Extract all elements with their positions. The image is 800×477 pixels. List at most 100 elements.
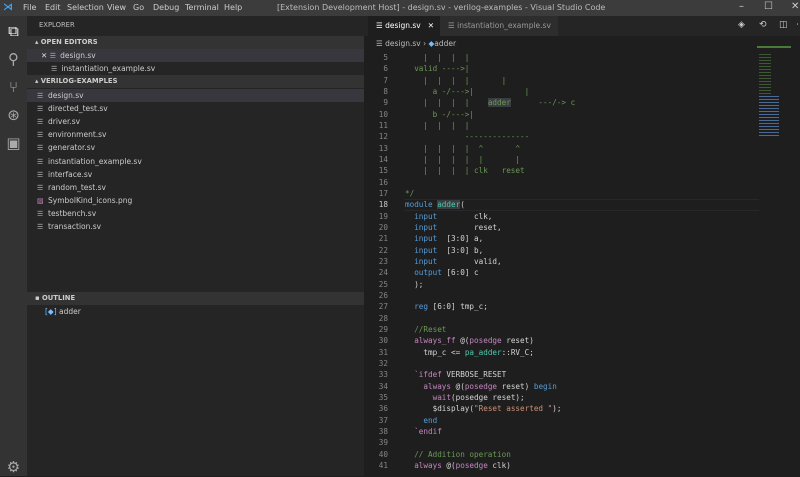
tab-design-sv[interactable]: ☰ design.sv ✕ — [368, 16, 440, 36]
code-line[interactable]: valid ---->| — [405, 63, 469, 74]
code-line[interactable]: | | | | | | — [405, 154, 520, 165]
code-token: input — [405, 234, 438, 244]
code-line[interactable]: input valid, — [405, 256, 501, 267]
breadcrumb-file[interactable]: design.sv — [385, 39, 421, 48]
code-line[interactable]: always @(posedge clk) — [405, 460, 511, 471]
code-line[interactable]: //Reset — [405, 324, 446, 335]
breadcrumb-symbol[interactable]: adder — [434, 39, 456, 48]
vscode-logo-icon: ⋊ — [3, 2, 13, 13]
outline-item[interactable]: [◆] adder — [27, 305, 364, 318]
search-icon[interactable]: ⚲ — [4, 50, 23, 69]
code-line[interactable]: a -/--->| | — [405, 86, 530, 97]
code-line[interactable]: input [3:0] a, — [405, 233, 483, 244]
code-token: always_ff — [405, 336, 456, 346]
line-number: 32 — [378, 358, 388, 368]
menu-edit[interactable]: Edit — [45, 3, 61, 12]
code-token: @( — [441, 460, 456, 470]
line-number: 26 — [378, 290, 388, 300]
tab-instantiation-example[interactable]: ☰ instantiation_example.sv — [440, 16, 558, 36]
code-line[interactable]: | | | | — [405, 120, 469, 131]
code-token: */ — [405, 188, 415, 198]
minimize-icon[interactable]: – — [739, 1, 744, 12]
file-item[interactable]: ☰ directed_test.sv — [27, 102, 364, 115]
open-editor-item[interactable]: ✕ ☰ design.sv — [27, 49, 364, 62]
file-item[interactable]: ☰ design.sv — [27, 89, 364, 102]
code-line[interactable]: | | | | clk reset — [405, 165, 524, 176]
code-line[interactable]: ); — [405, 279, 423, 290]
line-number: 20 — [378, 222, 388, 232]
code-line[interactable]: */ — [405, 188, 414, 199]
compare-changes-icon[interactable]: ⟲ — [759, 20, 767, 30]
settings-icon[interactable]: ⚙ — [4, 458, 23, 477]
menu-file[interactable]: File — [23, 3, 36, 12]
file-item[interactable]: ▨ SymbolKind_icons.png — [27, 194, 364, 207]
split-editor-icon[interactable]: ◫ — [779, 20, 788, 30]
menu-view[interactable]: View — [107, 3, 126, 12]
file-item[interactable]: ☰ transaction.sv — [27, 220, 364, 233]
code-token: module — [405, 200, 438, 210]
code-line[interactable]: | | | | — [405, 52, 469, 63]
debug-icon[interactable]: ⊛ — [4, 106, 23, 125]
line-number: 30 — [378, 336, 388, 346]
close-icon[interactable]: ✕ — [41, 51, 47, 60]
code-line[interactable]: `endif — [405, 426, 442, 437]
menu-debug[interactable]: Debug — [153, 3, 179, 12]
code-line[interactable]: end — [405, 415, 437, 426]
code-token: pa_adder — [464, 347, 502, 357]
file-item[interactable]: ☰ interface.sv — [27, 168, 364, 181]
explorer-icon[interactable]: ⧉ — [4, 22, 23, 41]
file-icon: ☰ — [37, 183, 44, 192]
code-line[interactable]: output [6:0] c — [405, 267, 479, 278]
file-item[interactable]: ☰ driver.sv — [27, 115, 364, 128]
code-token: | | | | | | — [405, 154, 521, 164]
code-line[interactable]: | | | | | — [405, 75, 506, 86]
close-window-icon[interactable]: ✕ — [791, 1, 799, 12]
code-line[interactable]: b -/--->| — [405, 109, 474, 120]
code-line[interactable]: wait(posedge reset); — [405, 392, 525, 403]
code-line[interactable]: $display("Reset asserted "); — [405, 403, 562, 414]
code-line[interactable]: // Addition operation — [405, 449, 511, 460]
code-line[interactable]: always @(posedge reset) begin — [405, 381, 556, 392]
file-item[interactable]: ☰ environment.sv — [27, 128, 364, 141]
code-line[interactable]: | | | | adder ---/-> c — [405, 97, 575, 108]
breadcrumb: ☰ design.sv › ◆adder — [376, 36, 456, 51]
file-item[interactable]: ☰ random_test.sv — [27, 181, 364, 194]
file-item[interactable]: ☰ instantiation_example.sv — [27, 155, 364, 168]
menu-help[interactable]: Help — [224, 3, 242, 12]
vertical-scrollbar[interactable] — [792, 52, 800, 476]
menu-selection[interactable]: Selection — [67, 3, 104, 12]
line-number: 18 — [378, 200, 388, 210]
source-control-icon[interactable]: ⑂ — [4, 78, 23, 97]
minimap[interactable] — [757, 46, 791, 186]
menu-terminal[interactable]: Terminal — [185, 3, 219, 12]
menu-go[interactable]: Go — [133, 3, 144, 12]
code-token: //Reset — [405, 324, 447, 334]
code-line[interactable]: input reset, — [405, 222, 502, 233]
extensions-icon[interactable]: ▣ — [4, 134, 23, 153]
code-line[interactable]: input [3:0] b, — [405, 245, 483, 256]
open-editor-item[interactable]: ☰ instantiation_example.sv — [27, 62, 364, 75]
folder-header[interactable]: ▴ VERILOG-EXAMPLES — [27, 75, 364, 88]
code-token: [6:0] c — [441, 268, 479, 278]
code-line[interactable]: module adder( — [405, 199, 465, 210]
code-line[interactable]: -------------- — [405, 131, 529, 142]
more-actions-icon[interactable]: ⋯ — [796, 20, 800, 30]
maximize-icon[interactable]: ☐ — [764, 1, 773, 12]
line-number: 37 — [378, 415, 388, 425]
file-item[interactable]: ☰ generator.sv — [27, 141, 364, 154]
code-line[interactable]: always_ff @(posedge reset) — [405, 335, 534, 346]
outline-item-label: adder — [59, 307, 81, 316]
code-line[interactable]: tmp_c <= pa_adder::RV_C; — [405, 347, 533, 358]
code-line[interactable]: reg [6:0] tmp_c; — [405, 301, 488, 312]
file-label: environment.sv — [48, 130, 107, 140]
open-preview-icon[interactable]: ◈ — [738, 20, 745, 30]
code-line[interactable]: | | | | ^ ^ — [405, 143, 520, 154]
outline-header[interactable]: ▪ OUTLINE — [27, 292, 364, 305]
code-token: reset, — [437, 222, 502, 232]
code-line[interactable]: input clk, — [405, 211, 492, 222]
code-token: ( — [460, 200, 465, 210]
code-line[interactable]: `ifdef VERBOSE_RESET — [405, 369, 506, 380]
open-editors-header[interactable]: ▴ OPEN EDITORS — [27, 36, 364, 49]
close-tab-icon[interactable]: ✕ — [428, 16, 434, 36]
file-item[interactable]: ☰ testbench.sv — [27, 207, 364, 220]
